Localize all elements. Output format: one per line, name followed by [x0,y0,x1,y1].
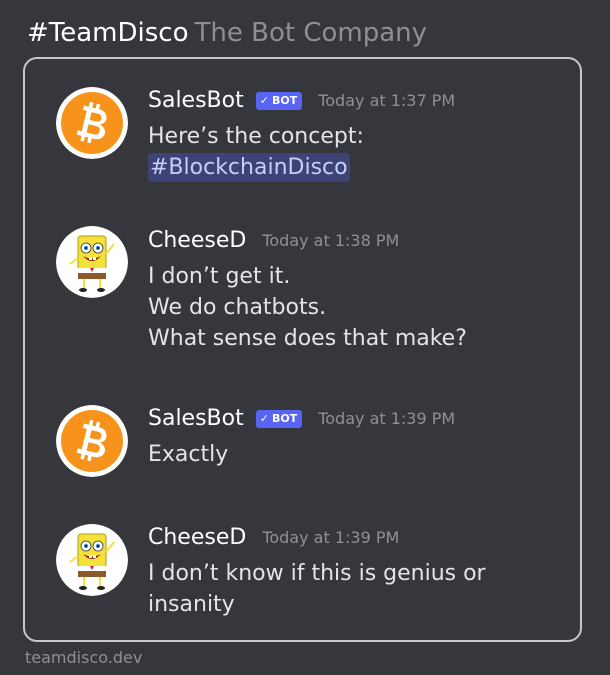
message-line: I don’t know if this is genius or [148,561,486,586]
spongebob-avatar[interactable] [56,524,128,596]
message-line: I don’t get it. [148,264,291,289]
message-header: CheeseD Today at 1:38 PM [148,227,399,255]
timestamp: Today at 1:37 PM [318,91,456,110]
message-header: SalesBot ✓ BOT Today at 1:37 PM [148,87,455,115]
company-name: The Bot Company [194,18,428,48]
message-content: Here’s the concept: #BlockchainDisco [148,121,568,183]
bot-label: BOT [271,94,298,107]
username[interactable]: CheeseD [148,227,246,255]
message-content: I don’t get it. We do chatbots. What sen… [148,261,568,354]
header: #TeamDisco The Bot Company [27,16,427,50]
message-line: What sense does that make? [148,326,467,351]
message-header: CheeseD Today at 1:39 PM [148,524,399,552]
username[interactable]: SalesBot [148,405,244,433]
message-line: Exactly [148,442,229,467]
username[interactable]: SalesBot [148,87,244,115]
team-name: #TeamDisco [27,18,189,48]
message-content: Exactly [148,439,568,470]
timestamp: Today at 1:39 PM [262,528,400,547]
timestamp: Today at 1:39 PM [318,409,456,428]
message-line: insanity [148,592,235,617]
page: #TeamDisco The Bot Company SalesBot ✓ BO… [0,0,610,675]
check-icon: ✓ [259,94,269,107]
message-line: We do chatbots. [148,295,327,320]
hashtag-link[interactable]: #BlockchainDisco [148,153,350,182]
username[interactable]: CheeseD [148,524,246,552]
bot-badge: ✓ BOT [255,410,303,428]
spongebob-avatar[interactable] [56,226,128,298]
message-header: SalesBot ✓ BOT Today at 1:39 PM [148,405,455,433]
bitcoin-icon[interactable] [56,405,128,477]
message-line: Here’s the concept: [148,124,364,149]
bot-label: BOT [271,412,298,425]
bot-badge: ✓ BOT [255,92,303,110]
chat-card: SalesBot ✓ BOT Today at 1:37 PM Here’s th… [23,57,582,642]
message-content: I don’t know if this is genius or insani… [148,558,568,620]
timestamp: Today at 1:38 PM [262,231,400,250]
footer-site-link[interactable]: teamdisco.dev [25,648,142,668]
bitcoin-icon[interactable] [56,87,128,159]
check-icon: ✓ [259,412,269,425]
